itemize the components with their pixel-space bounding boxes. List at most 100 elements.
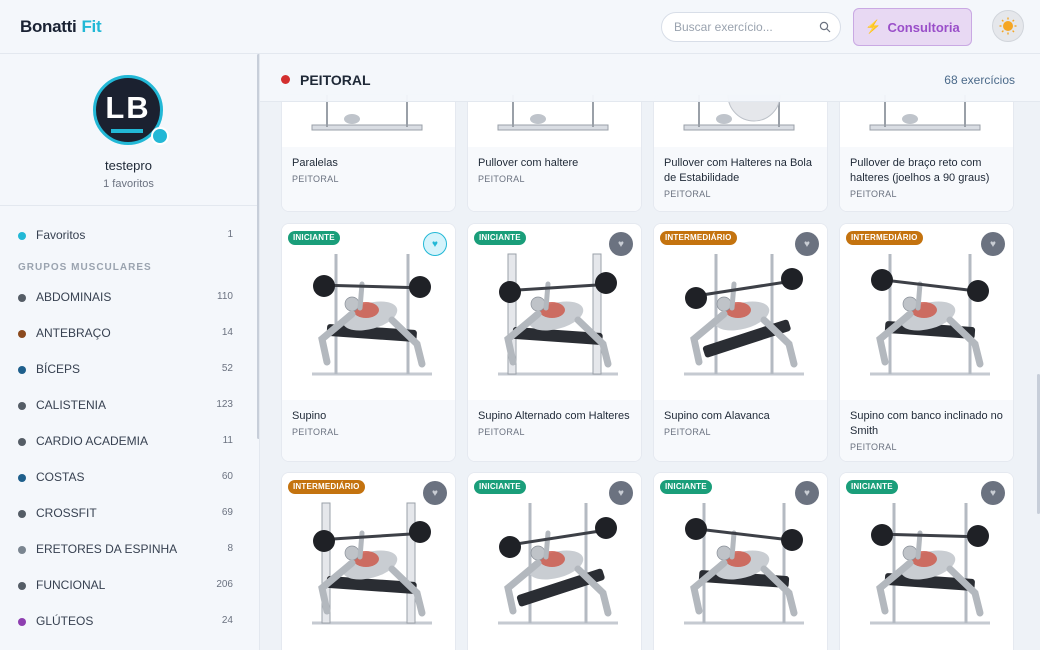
sun-icon: [999, 17, 1017, 35]
consult-label: Consultoria: [887, 19, 960, 35]
sidebar-item-label: COSTAS: [36, 470, 85, 484]
exercise-category: PEITORAL: [850, 189, 897, 199]
difficulty-badge: INTERMEDIÁRIO: [660, 231, 737, 245]
search-icon[interactable]: [819, 21, 831, 33]
edit-profile-icon[interactable]: [151, 127, 169, 145]
muscle-group-dot: [18, 510, 26, 518]
sidebar-item-muscle-group[interactable]: GLÚTEOS 24: [0, 610, 257, 634]
favorite-heart-icon[interactable]: ♥: [981, 232, 1005, 256]
exercise-image: [468, 95, 641, 147]
sidebar-item-muscle-group[interactable]: BÍCEPS 52: [0, 358, 257, 382]
category-dot: [281, 75, 290, 84]
exercise-category: PEITORAL: [292, 427, 339, 437]
difficulty-badge: INICIANTE: [474, 480, 526, 494]
favorite-heart-icon[interactable]: ♥: [609, 481, 633, 505]
exercise-card[interactable]: INICIANTE ♥ Supino PEITORAL: [281, 223, 456, 462]
difficulty-badge: INICIANTE: [288, 231, 340, 245]
muscle-group-dot: [18, 474, 26, 482]
sidebar-item-favoritos[interactable]: Favoritos 1: [0, 224, 257, 248]
exercise-card[interactable]: Paralelas PEITORAL: [281, 94, 456, 212]
exercise-illustration: [311, 95, 423, 131]
exercise-card[interactable]: Pullover com haltere PEITORAL: [467, 94, 642, 212]
brand-logo[interactable]: Bonatti Fit: [20, 17, 102, 37]
difficulty-badge: INTERMEDIÁRIO: [846, 231, 923, 245]
sidebar-item-muscle-group[interactable]: CROSSFIT 69: [0, 502, 257, 526]
exercise-info: Paralelas PEITORAL: [282, 147, 455, 211]
exercise-info: Supino Alternado com Halteres PEITORAL: [468, 400, 641, 461]
favorite-heart-icon[interactable]: ♥: [981, 481, 1005, 505]
sidebar-item-label: CARDIO ACADEMIA: [36, 434, 149, 448]
favorite-heart-icon[interactable]: ♥: [609, 232, 633, 256]
sidebar-item-muscle-group[interactable]: CARDIO ACADEMIA 11: [0, 430, 257, 454]
category-count: 68 exercícios: [944, 73, 1015, 87]
exercise-card[interactable]: INICIANTE ♥ Supino Alternado com Halteres P…: [467, 223, 642, 462]
exercise-name: Pullover de braço reto com halteres (joe…: [850, 157, 990, 184]
profile-logo[interactable]: LB: [93, 75, 169, 145]
search-input[interactable]: [674, 20, 814, 34]
favorite-heart-icon[interactable]: ♥: [795, 481, 819, 505]
sidebar-item-count: 11: [222, 435, 233, 446]
sidebar-item-label: GLÚTEOS: [36, 614, 94, 628]
exercise-image: [282, 95, 455, 147]
exercise-card[interactable]: INTERMEDIÁRIO ♥: [281, 472, 456, 650]
profile-logo-text: LB: [105, 90, 151, 125]
main-content: Paralelas PEITORAL Pullover com haltere PEI…: [260, 54, 1040, 650]
favorite-heart-icon[interactable]: ♥: [423, 232, 447, 256]
exercise-category: PEITORAL: [478, 427, 525, 437]
exercise-card[interactable]: INICIANTE ♥: [653, 472, 828, 650]
sidebar-item-muscle-group[interactable]: ABDOMINAIS 110: [0, 286, 257, 310]
difficulty-badge: INTERMEDIÁRIO: [288, 480, 365, 494]
exercise-card[interactable]: INICIANTE ♥: [467, 472, 642, 650]
muscle-group-dot: [18, 366, 26, 374]
sidebar-item-muscle-group[interactable]: ANTEBRAÇO 14: [0, 322, 257, 346]
exercise-name: Pullover com Halteres na Bola de Estabil…: [664, 157, 812, 184]
exercise-card[interactable]: INICIANTE ♥: [839, 472, 1014, 650]
exercise-card[interactable]: INTERMEDIÁRIO ♥ Supino com Alavanca PEITORA…: [653, 223, 828, 462]
exercise-name: Pullover com haltere: [478, 157, 579, 169]
muscle-group-dot: [18, 330, 26, 338]
exercise-info: Supino com Alavanca PEITORAL: [654, 400, 827, 461]
exercise-info: Pullover com haltere PEITORAL: [468, 147, 641, 211]
exercise-card[interactable]: Pullover de braço reto com halteres (joe…: [839, 94, 1014, 212]
user-avatar-button[interactable]: [992, 10, 1024, 42]
exercise-info: Pullover de braço reto com halteres (joe…: [840, 147, 1013, 211]
sidebar-item-muscle-group[interactable]: FUNCIONAL 206: [0, 574, 257, 598]
category-header: PEITORAL 68 exercícios: [260, 54, 1040, 102]
sidebar-item-label: ERETORES DA ESPINHA: [36, 542, 178, 556]
sidebar-item-count: 1: [227, 229, 233, 240]
sidebar-item-label: Favoritos: [36, 228, 86, 242]
exercise-illustration: [869, 95, 981, 131]
category-title: PEITORAL: [300, 72, 371, 88]
difficulty-badge: INICIANTE: [846, 480, 898, 494]
exercise-card[interactable]: Pullover com Halteres na Bola de Estabil…: [653, 94, 828, 212]
exercise-info: Pullover com Halteres na Bola de Estabil…: [654, 147, 827, 211]
exercise-card[interactable]: INTERMEDIÁRIO ♥ Supino com banco inclinado…: [839, 223, 1014, 462]
sidebar-item-count: 52: [221, 363, 233, 374]
sidebar-item-muscle-group[interactable]: CALISTENIA 123: [0, 394, 257, 418]
logo-bar: [111, 129, 143, 133]
favorite-heart-icon[interactable]: ♥: [423, 481, 447, 505]
favorite-heart-icon[interactable]: ♥: [795, 232, 819, 256]
exercise-image: [840, 95, 1013, 147]
sidebar-item-muscle-group[interactable]: COSTAS 60: [0, 466, 257, 490]
exercise-category: PEITORAL: [850, 442, 897, 452]
exercise-name: Supino: [292, 410, 327, 422]
consult-button[interactable]: ⚡ Consultoria: [853, 8, 972, 46]
sidebar-item-count: 110: [217, 291, 233, 302]
search-box[interactable]: [661, 12, 841, 42]
favorites-count-text: 1 favoritos: [103, 178, 154, 190]
exercise-image: [654, 95, 827, 147]
exercise-name: Supino com Alavanca: [664, 410, 770, 422]
exercise-info: Supino PEITORAL: [282, 400, 455, 461]
sidebar-item-label: ABDOMINAIS: [36, 290, 112, 304]
sidebar-item-count: 206: [216, 579, 233, 590]
exercise-info: Supino com banco inclinado no Smith PEITO…: [840, 400, 1013, 461]
exercise-name: Supino com banco inclinado no Smith: [850, 410, 1003, 437]
muscle-group-dot: [18, 402, 26, 410]
sidebar-item-label: CALISTENIA: [36, 398, 107, 412]
brand-suffix: Fit: [81, 17, 102, 36]
difficulty-badge: INICIANTE: [474, 231, 526, 245]
favorites-dot: [18, 232, 26, 240]
username: testepro: [105, 158, 152, 173]
sidebar-item-muscle-group[interactable]: ERETORES DA ESPINHA 8: [0, 538, 257, 562]
